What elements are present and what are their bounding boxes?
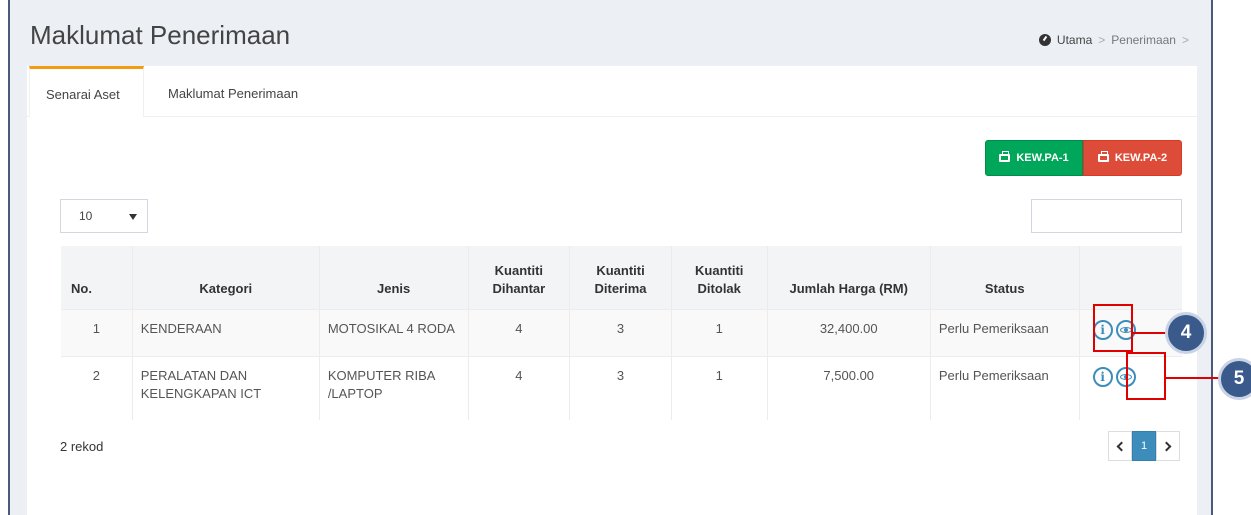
cell-dihantar: 4 (468, 308, 571, 356)
header-diterima[interactable]: Kuantiti Diterima (569, 246, 672, 309)
header-jenis[interactable]: Jenis (319, 246, 469, 309)
cell-kategori-line2: KELENGKAPAN ICT (140, 385, 262, 401)
pagination: 1 (1108, 431, 1180, 463)
highlight-box-info (1093, 304, 1133, 352)
header-ditolak-line2: Ditolak (697, 280, 741, 296)
cell-status: Perlu Pemeriksaan (930, 308, 1080, 356)
cell-kategori-line1: PERALATAN DAN (140, 367, 248, 383)
breadcrumb-home[interactable]: Utama (1057, 33, 1092, 47)
printer-icon (1097, 151, 1109, 162)
tab-senarai-aset[interactable]: Senarai Aset (29, 66, 144, 117)
breadcrumb: Utama > Penerimaan > (1038, 33, 1189, 47)
breadcrumb-separator: > (1181, 33, 1189, 47)
tab-bar: Senarai Aset Maklumat Penerimaan (27, 66, 1197, 117)
breadcrumb-current[interactable]: Penerimaan (1111, 33, 1176, 47)
info-icon[interactable] (1092, 366, 1113, 387)
printer-icon (999, 151, 1011, 162)
cell-harga: 32,400.00 (767, 308, 931, 356)
header-dihantar[interactable]: Kuantiti Dihantar (468, 246, 571, 309)
cell-no: 1 (61, 308, 133, 356)
cell-kategori: PERALATAN DAN KELENGKAPAN ICT (132, 355, 320, 420)
table-header-row: No. Kategori Jenis Kuantiti Dihantar Kuan… (61, 246, 1182, 309)
cell-diterima: 3 (569, 308, 672, 356)
cell-no: 2 (61, 355, 133, 420)
kew-pa2-label: KEW.PA-2 (1114, 152, 1168, 164)
header-dihantar-line2: Dihantar (492, 280, 546, 296)
caret-down-icon (129, 214, 137, 220)
header-dihantar-line1: Kuantiti (494, 262, 544, 278)
tab-maklumat-penerimaan[interactable]: Maklumat Penerimaan (152, 66, 314, 116)
cell-jenis: MOTOSIKAL 4 RODA (319, 308, 469, 356)
search-input[interactable] (1031, 199, 1182, 233)
table-row: 2 PERALATAN DAN KELENGKAPAN ICT KOMPUTER … (61, 355, 1182, 420)
content-wrapper: Maklumat Penerimaan Utama > Penerimaan >… (8, 0, 1213, 515)
breadcrumb-separator: > (1098, 33, 1106, 47)
header-diterima-line2: Diterima (594, 280, 647, 296)
header-actions (1079, 246, 1182, 309)
cell-kategori: KENDERAAN (132, 308, 320, 356)
header-no[interactable]: No. (61, 246, 133, 309)
callout-line-5 (1166, 377, 1220, 379)
table-row: 1 KENDERAAN MOTOSIKAL 4 RODA 4 3 1 32,40… (61, 308, 1182, 356)
page-size-value: 10 (79, 209, 93, 223)
cell-status: Perlu Pemeriksaan (930, 355, 1080, 420)
page-size-select[interactable]: 10 (60, 199, 148, 233)
kew-pa1-label: KEW.PA-1 (1016, 152, 1069, 164)
header-kategori[interactable]: Kategori (132, 246, 320, 309)
header-diterima-line1: Kuantiti (596, 262, 645, 278)
record-count: 2 rekod (60, 439, 104, 454)
prev-page-button[interactable] (1108, 431, 1132, 461)
chevron-left-icon (1116, 441, 1127, 451)
cell-diterima: 3 (569, 355, 672, 420)
page-title: Maklumat Penerimaan (30, 20, 291, 50)
cell-ditolak: 1 (671, 308, 768, 356)
callout-badge-5: 5 (1218, 358, 1251, 400)
cell-ditolak: 1 (671, 355, 768, 420)
asset-table: No. Kategori Jenis Kuantiti Dihantar Kuan… (61, 246, 1182, 420)
callout-line-4 (1133, 332, 1167, 334)
cell-jenis: KOMPUTER RIBA/LAPTOP (319, 355, 469, 420)
cell-jenis-line1: KOMPUTER RIBA (327, 367, 436, 383)
content-box: Senarai Aset Maklumat Penerimaan KEW.PA-… (27, 66, 1197, 515)
kew-pa1-button[interactable]: KEW.PA-1 (985, 140, 1083, 176)
header-ditolak-line1: Kuantiti (695, 262, 744, 278)
header-harga[interactable]: Jumlah Harga (RM) (767, 246, 931, 309)
kew-pa2-button[interactable]: KEW.PA-2 (1083, 140, 1182, 176)
chevron-right-icon (1161, 441, 1172, 451)
cell-dihantar: 4 (468, 355, 571, 420)
dashboard-icon (1038, 34, 1051, 46)
header-ditolak[interactable]: Kuantiti Ditolak (671, 246, 768, 309)
cell-jenis-line2: /LAPTOP (327, 385, 383, 401)
cell-harga: 7,500.00 (767, 355, 931, 420)
page-button-1[interactable]: 1 (1132, 431, 1156, 461)
highlight-box-view (1126, 352, 1166, 400)
header-status[interactable]: Status (930, 246, 1080, 309)
next-page-button[interactable] (1156, 431, 1180, 461)
callout-badge-4: 4 (1165, 312, 1207, 354)
